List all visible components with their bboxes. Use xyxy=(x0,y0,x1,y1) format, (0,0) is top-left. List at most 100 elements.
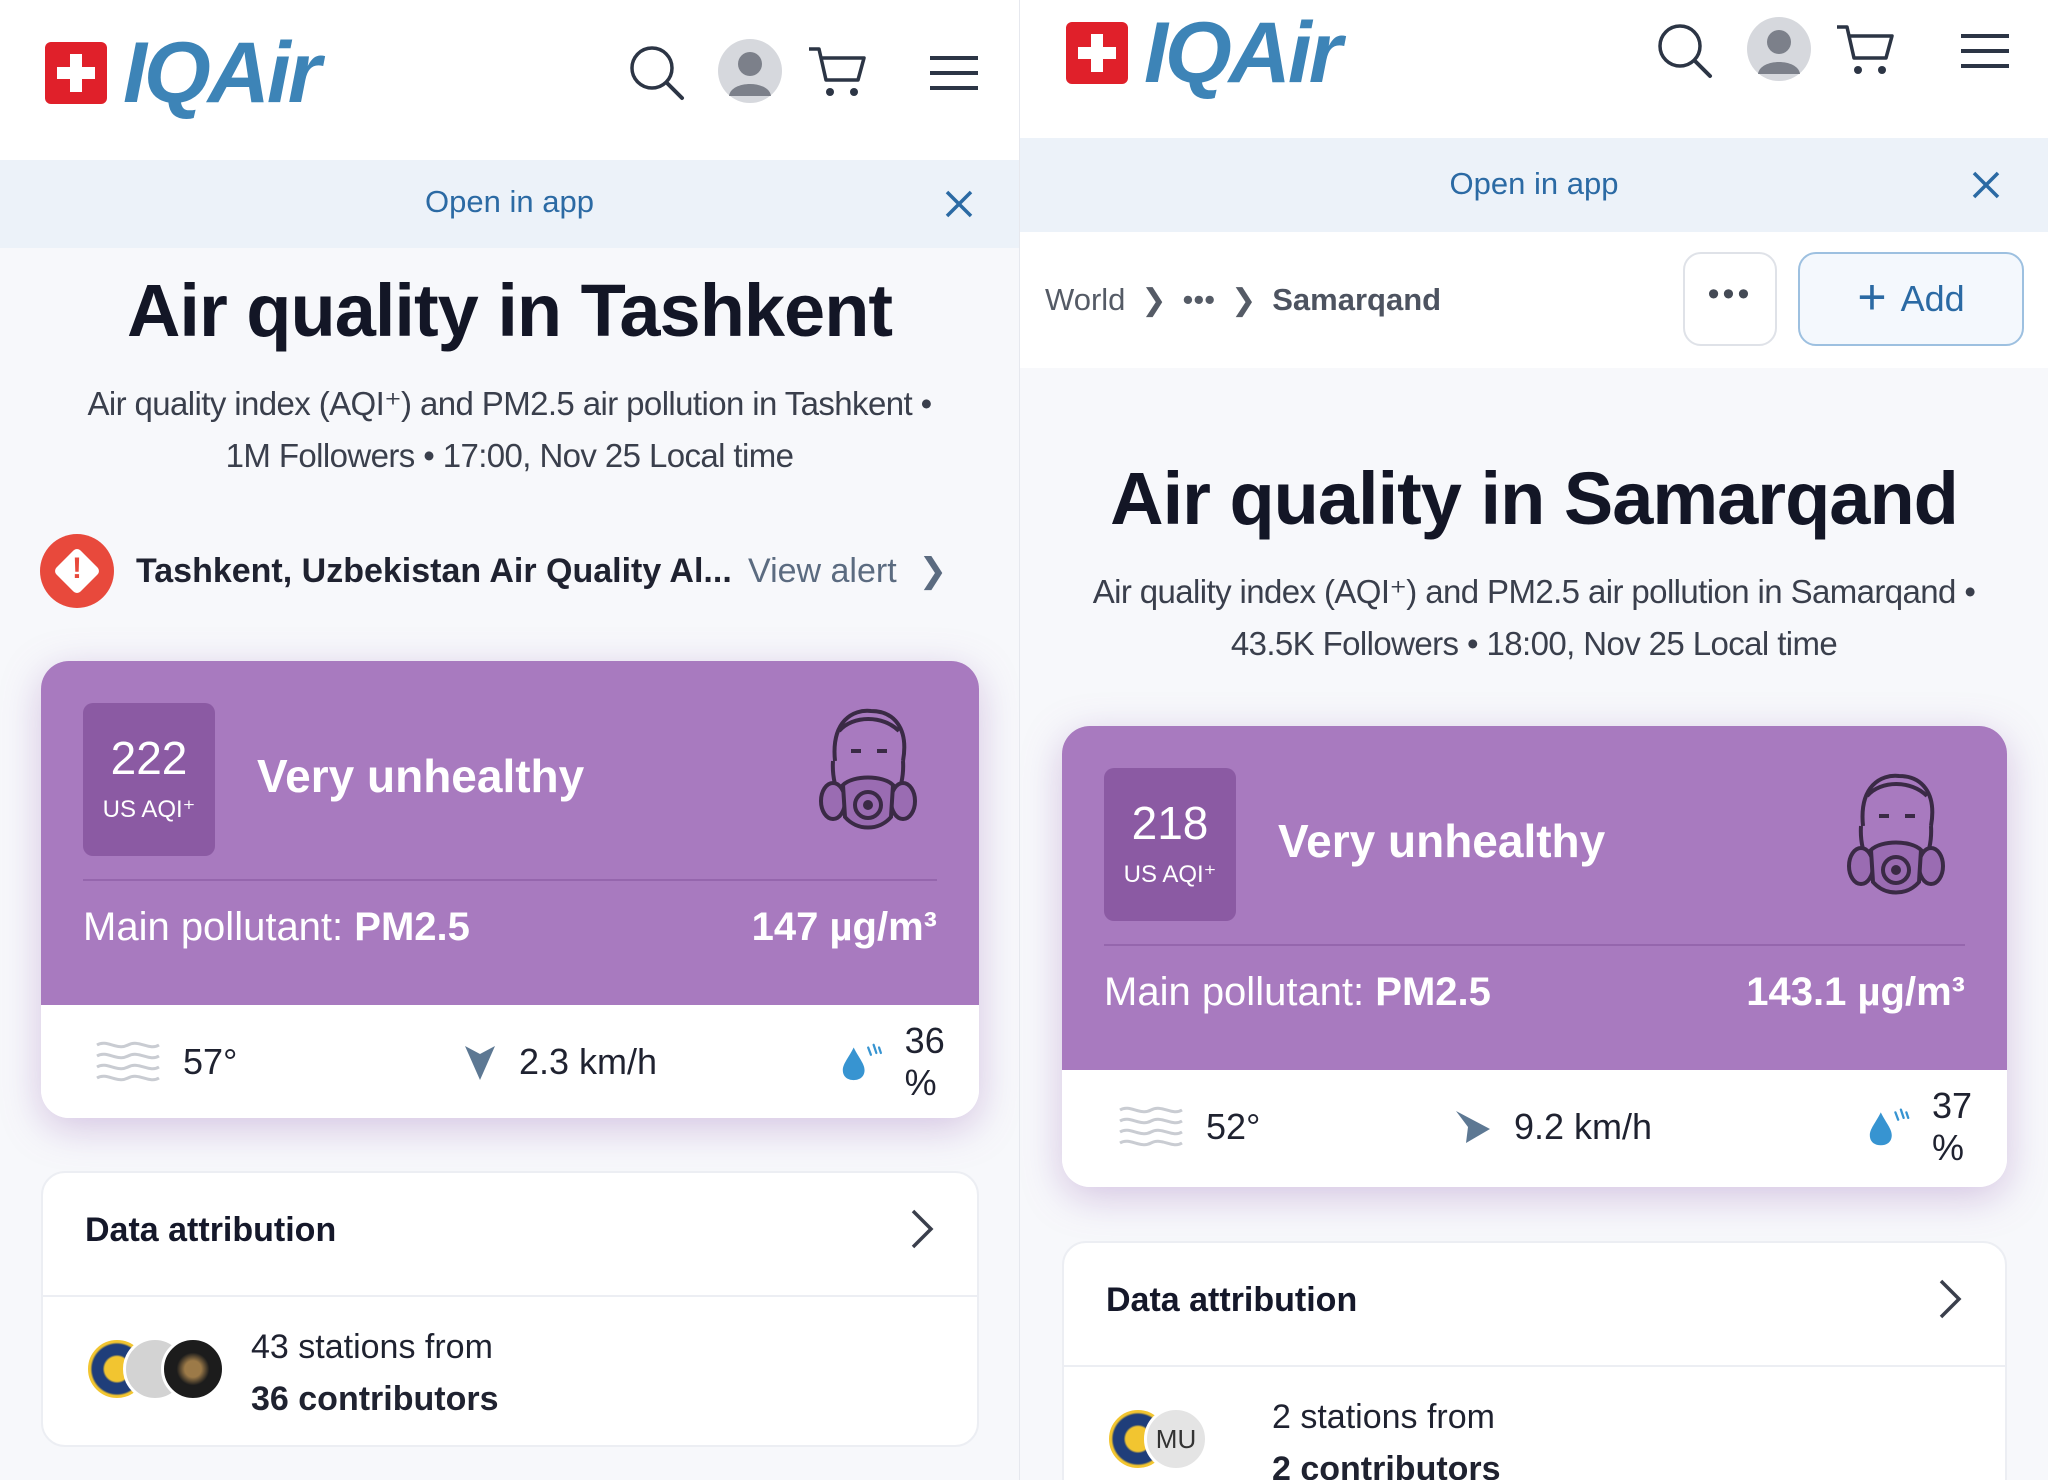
view-alert-link[interactable]: View alert xyxy=(748,552,897,591)
main-pollutant-value: PM2.5 xyxy=(354,905,470,949)
pollutant-concentration: 147 µg/m³ xyxy=(751,905,937,949)
main-pollutant: Main pollutant: PM2.5 xyxy=(1104,970,1491,1015)
chevron-right-icon: ❯ xyxy=(1231,283,1257,317)
breadcrumb-world[interactable]: World xyxy=(1045,282,1125,318)
swiss-flag-icon xyxy=(1066,22,1128,84)
page-title: Air quality in Tashkent xyxy=(126,269,893,352)
humidity-value: 36 % xyxy=(904,1019,945,1103)
breadcrumb: World ❯ ••• ❯ Samarqand xyxy=(1045,282,1441,318)
wind: 9.2 km/h xyxy=(1454,1070,1652,1183)
mask-icon xyxy=(819,708,917,830)
divider xyxy=(83,879,937,881)
data-attribution-header[interactable]: Data attribution xyxy=(43,1173,977,1297)
contributors-line: 36 contributors xyxy=(251,1380,499,1418)
subtitle-line-2: 1M Followers • 17:00, Nov 25 Local time xyxy=(225,437,794,474)
tashkent-page: IQAir Open in app Air quality in Tashken… xyxy=(0,0,1019,1480)
subtitle-line-1: Air quality index (AQI⁺) and PM2.5 air p… xyxy=(1092,573,1976,610)
alert-text: Tashkent, Uzbekistan Air Quality Al... xyxy=(136,551,732,590)
contributor-avatar xyxy=(161,1337,225,1401)
main-pollutant-label: Main pollutant: xyxy=(1104,970,1365,1014)
main-pollutant-value: PM2.5 xyxy=(1375,970,1491,1014)
stations-summary: 2 stations from 2 contributors xyxy=(1272,1391,1501,1480)
temperature: 52° xyxy=(1118,1070,1260,1183)
subtitle-line-2: 43.5K Followers • 18:00, Nov 25 Local ti… xyxy=(1230,625,1838,662)
swiss-flag-icon xyxy=(45,42,107,104)
aqi-summary: 218 US AQI⁺ Very unhealthy Main pollutan… xyxy=(1062,726,2007,1070)
avatar-icon[interactable] xyxy=(1746,16,1812,82)
mask-icon xyxy=(1847,773,1945,895)
add-button[interactable]: + Add xyxy=(1798,252,2024,346)
stations-line: 2 stations from xyxy=(1272,1398,1495,1436)
main-pollutant: Main pollutant: PM2.5 xyxy=(83,905,470,950)
close-icon[interactable] xyxy=(939,184,979,224)
brand-name: IQAir xyxy=(123,25,321,121)
wind-arrow-icon xyxy=(1456,1110,1490,1143)
open-in-app-banner: Open in app xyxy=(1020,138,2048,232)
data-attribution-card[interactable]: Data attribution 43 stations from 36 con… xyxy=(41,1171,979,1447)
humidity: 37 % xyxy=(1868,1070,2007,1183)
air-quality-alert[interactable]: ! Tashkent, Uzbekistan Air Quality Al...… xyxy=(40,533,979,609)
stations-summary: 43 stations from 36 contributors xyxy=(251,1321,498,1425)
temperature-value: 52° xyxy=(1206,1105,1261,1147)
iqair-logo[interactable]: IQAir xyxy=(45,25,321,121)
chevron-right-icon: ❯ xyxy=(918,552,948,590)
brand-name: IQAir xyxy=(1144,5,1342,101)
subtitle-line-1: Air quality index (AQI⁺) and PM2.5 air p… xyxy=(87,385,932,422)
aqi-level: Very unhealthy xyxy=(257,750,585,802)
haze-icon xyxy=(96,1041,160,1081)
haze-icon xyxy=(1119,1106,1183,1146)
contributor-avatar: MU xyxy=(1144,1407,1208,1471)
close-icon[interactable] xyxy=(1966,165,2006,205)
data-attribution-title: Data attribution xyxy=(85,1211,337,1249)
search-icon[interactable] xyxy=(1656,22,1714,80)
aqi-unit: US AQI⁺ xyxy=(1123,861,1217,888)
contributors-line: 2 contributors xyxy=(1272,1450,1501,1480)
header: IQAir xyxy=(1020,0,2048,138)
humidity-value: 37 % xyxy=(1932,1084,1973,1168)
aqi-level: Very unhealthy xyxy=(1278,815,1606,867)
humidity: 36 % xyxy=(841,1005,979,1118)
more-options-button[interactable]: ••• xyxy=(1683,252,1777,346)
page-subtitle: Air quality index (AQI⁺) and PM2.5 air p… xyxy=(1060,566,2008,670)
page-title: Air quality in Samarqand xyxy=(1110,457,1959,540)
aqi-badge: 218 US AQI⁺ xyxy=(1104,768,1236,921)
data-attribution-header[interactable]: Data attribution xyxy=(1064,1243,2005,1367)
aqi-value: 218 xyxy=(1131,797,1209,849)
wind-value: 9.2 km/h xyxy=(1514,1105,1653,1147)
weather-row: 57° 2.3 km/h 36 % xyxy=(41,1005,979,1118)
avatar-icon[interactable] xyxy=(717,38,783,104)
wind-arrow-icon xyxy=(465,1045,495,1080)
chevron-right-icon: ❯ xyxy=(1141,283,1167,317)
add-button-label: Add xyxy=(1900,278,1965,319)
data-attribution-body: MU 2 stations from 2 contributors xyxy=(1064,1367,2005,1480)
open-in-app-link[interactable]: Open in app xyxy=(0,184,1019,220)
open-in-app-link[interactable]: Open in app xyxy=(1020,166,2048,202)
menu-icon[interactable] xyxy=(1961,34,2009,68)
iqair-logo[interactable]: IQAir xyxy=(1066,5,1342,101)
pollutant-concentration: 143.1 µg/m³ xyxy=(1746,970,1965,1014)
temperature: 57° xyxy=(95,1005,237,1118)
main-pollutant-label: Main pollutant: xyxy=(83,905,344,949)
humidity-icon xyxy=(842,1043,882,1080)
aqi-card: 218 US AQI⁺ Very unhealthy Main pollutan… xyxy=(1062,726,2007,1187)
header: IQAir xyxy=(0,0,1019,160)
aqi-unit: US AQI⁺ xyxy=(102,796,196,823)
weather-row: 52° 9.2 km/h 37 % xyxy=(1062,1070,2007,1187)
data-attribution-title: Data attribution xyxy=(1106,1281,1358,1319)
divider xyxy=(1104,944,1965,946)
temperature-value: 57° xyxy=(183,1040,238,1082)
contributor-avatars: MU xyxy=(1106,1407,1286,1471)
aqi-badge: 222 US AQI⁺ xyxy=(83,703,215,856)
chevron-right-icon xyxy=(1939,1279,1962,1319)
plus-icon: + xyxy=(1857,269,1887,325)
samarqand-page: IQAir Open in app World ❯ ••• ❯ Samarqan… xyxy=(1019,0,2048,1480)
cart-icon[interactable] xyxy=(806,44,868,100)
menu-icon[interactable] xyxy=(930,56,978,90)
breadcrumb-ellipsis[interactable]: ••• xyxy=(1183,282,1216,318)
stations-line: 43 stations from xyxy=(251,1328,493,1366)
search-icon[interactable] xyxy=(628,44,686,102)
data-attribution-card[interactable]: Data attribution MU 2 stations from 2 co… xyxy=(1062,1241,2007,1480)
open-in-app-banner: Open in app xyxy=(0,160,1019,248)
cart-icon[interactable] xyxy=(1834,22,1896,78)
breadcrumb-current: Samarqand xyxy=(1272,282,1442,317)
